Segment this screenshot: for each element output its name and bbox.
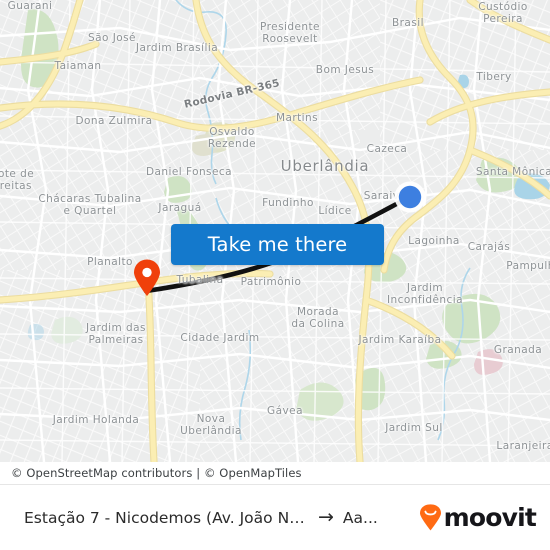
trip-destination-label: Aa...: [342, 508, 378, 527]
trip-origin-label: Estação 7 - Nicodemos (Av. João Naves De…: [24, 508, 309, 527]
map-attribution-bar: © OpenStreetMap contributors | © OpenMap…: [0, 462, 550, 484]
moovit-logo[interactable]: moovit: [419, 503, 537, 532]
moovit-pin-icon: [419, 504, 441, 531]
destination-dot[interactable]: [393, 180, 427, 214]
take-me-there-button[interactable]: Take me there: [171, 224, 384, 265]
arrow-right-icon: →: [318, 506, 334, 528]
trip-summary-bar: Estação 7 - Nicodemos (Av. João Naves De…: [0, 484, 550, 550]
moovit-wordmark: moovit: [443, 503, 537, 532]
map-canvas[interactable]: Guarani São José Jardim Brasília Presidente…: [0, 0, 550, 462]
moovit-trip-map-screen: Guarani São José Jardim Brasília Presidente…: [0, 0, 550, 550]
origin-pin[interactable]: [132, 259, 162, 297]
trip-endpoints[interactable]: Estação 7 - Nicodemos (Av. João Naves De…: [24, 508, 411, 527]
take-me-there-label: Take me there: [207, 233, 348, 256]
attribution-text[interactable]: © OpenStreetMap contributors | © OpenMap…: [11, 466, 302, 480]
